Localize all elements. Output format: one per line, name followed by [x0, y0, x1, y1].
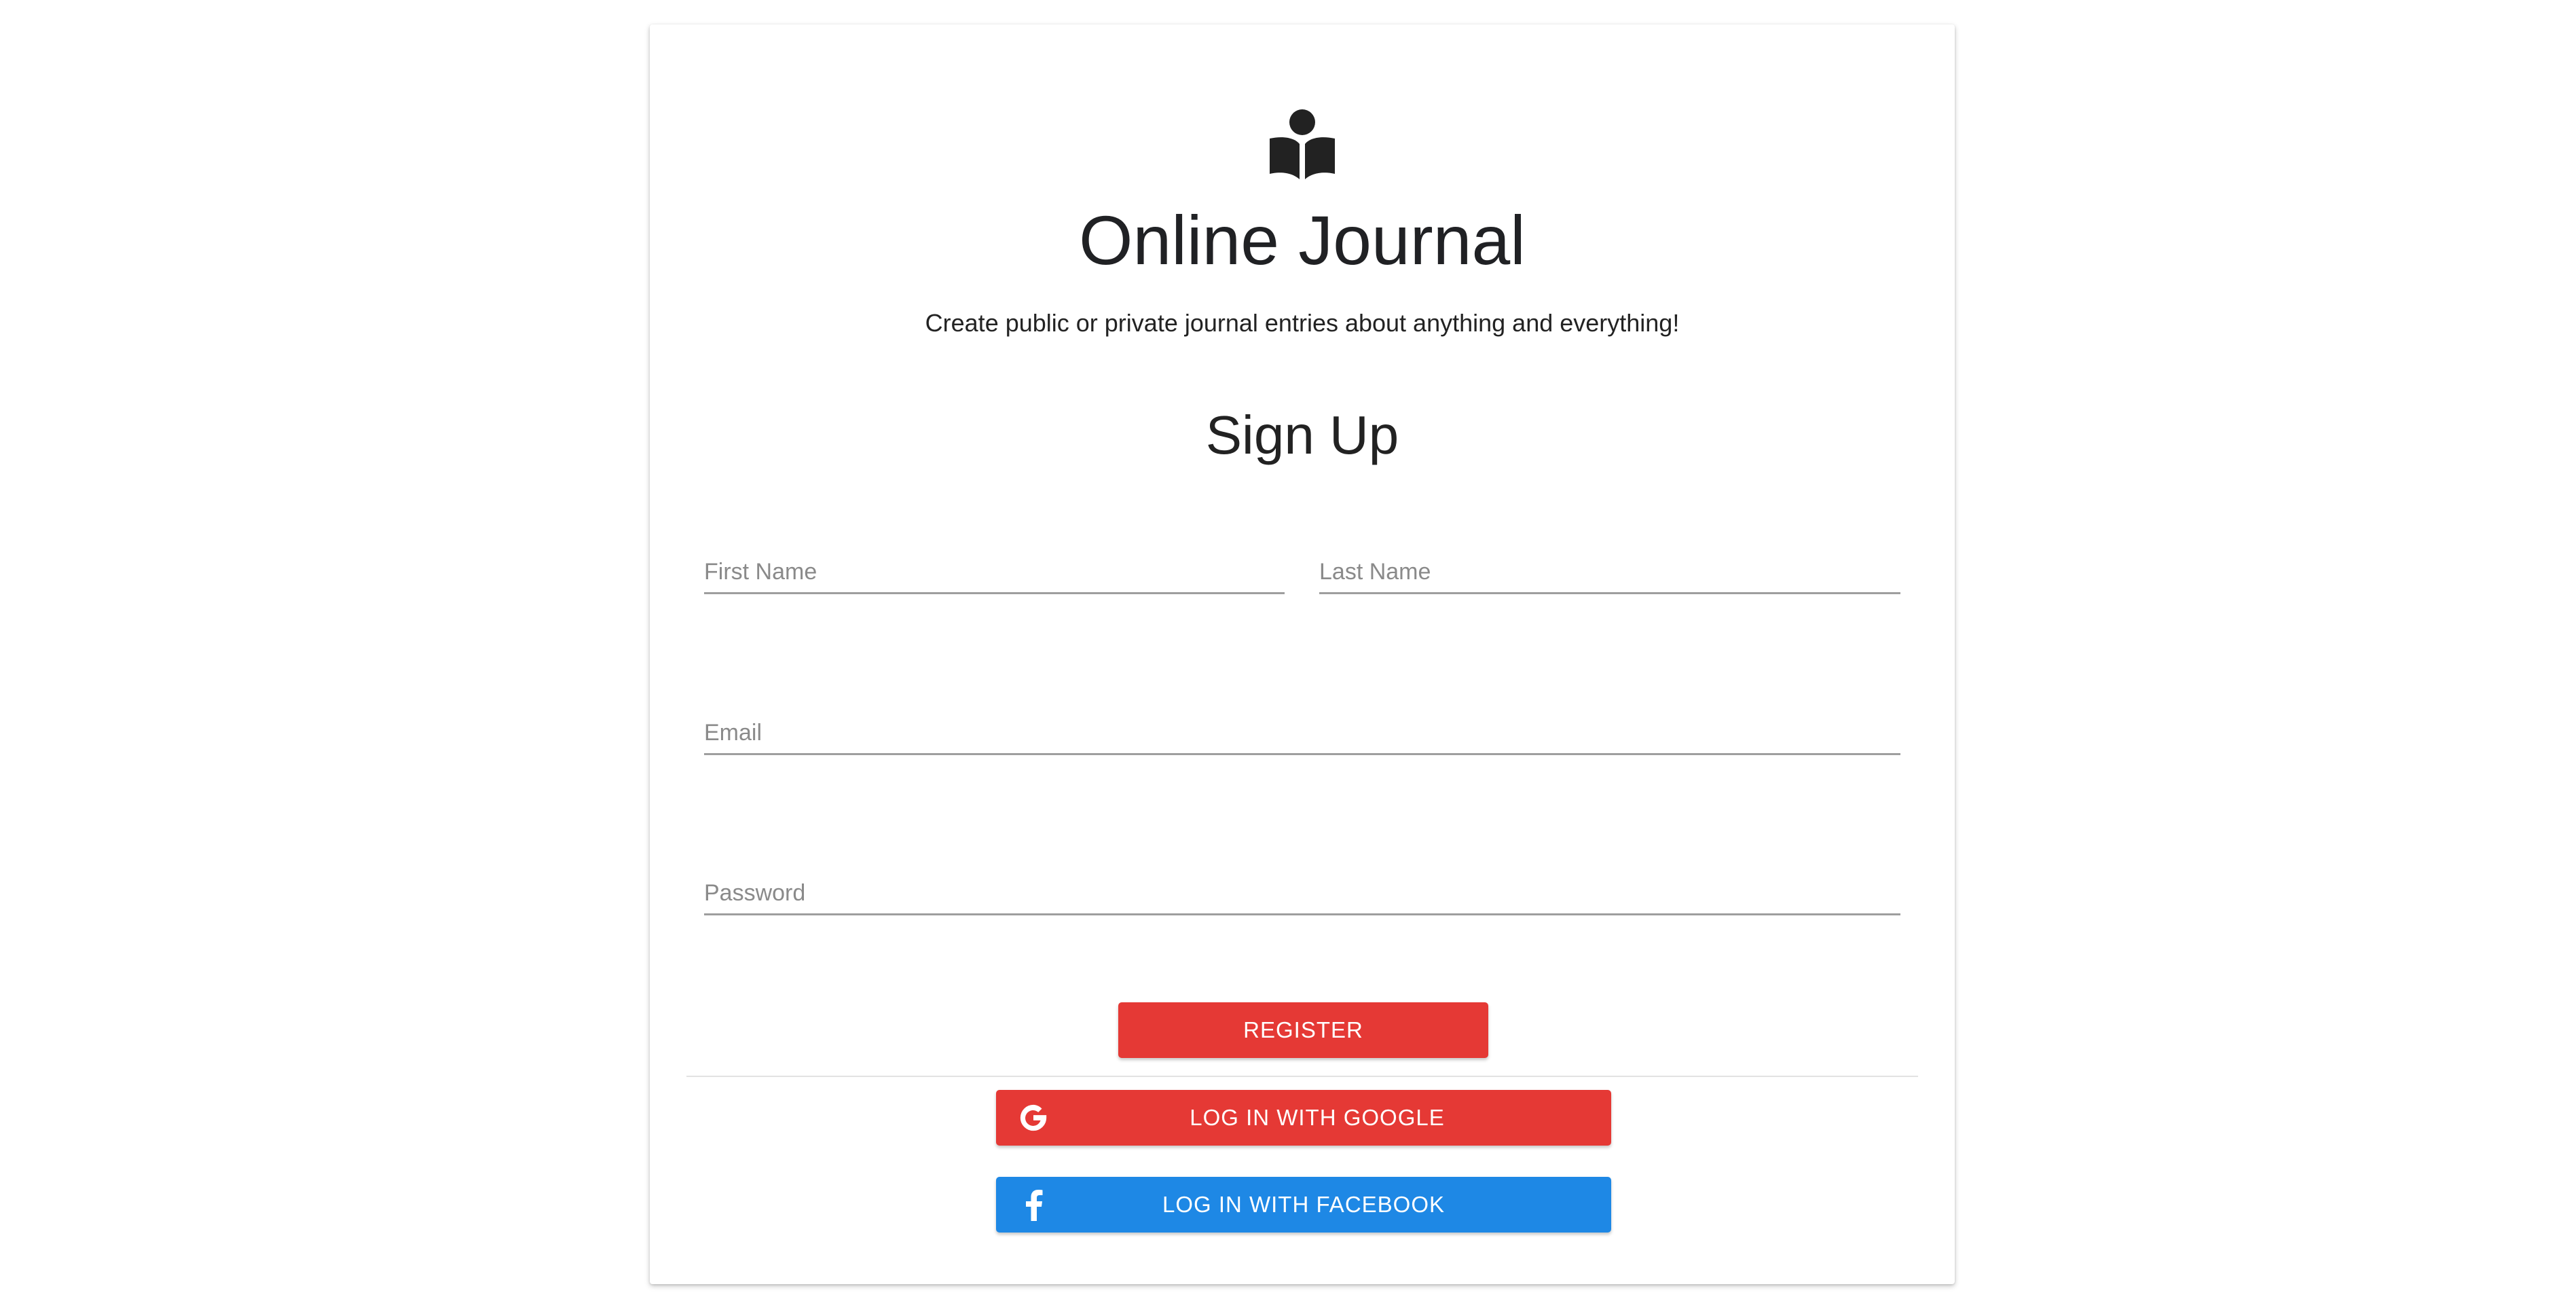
register-button-label: REGISTER — [1243, 1017, 1363, 1042]
first-name-input[interactable] — [704, 559, 1285, 585]
app-subtitle: Create public or private journal entries… — [925, 309, 1680, 337]
google-icon — [1016, 1101, 1050, 1135]
password-input[interactable] — [704, 880, 1900, 907]
facebook-icon — [1016, 1188, 1050, 1222]
register-button[interactable]: REGISTER — [1118, 1002, 1488, 1058]
google-login-label: LOG IN WITH GOOGLE — [1190, 1105, 1445, 1130]
last-name-input[interactable] — [1319, 559, 1900, 585]
form-heading: Sign Up — [1205, 405, 1399, 465]
first-name-field — [704, 538, 1285, 594]
email-field — [704, 699, 1900, 755]
reader-book-icon — [1270, 109, 1335, 179]
last-name-field — [1319, 538, 1900, 594]
facebook-login-label: LOG IN WITH FACEBOOK — [1162, 1192, 1446, 1217]
signup-card: Online Journal Create public or private … — [650, 24, 1955, 1284]
password-field — [704, 859, 1900, 915]
divider — [686, 1076, 1918, 1077]
app-title: Online Journal — [1079, 202, 1526, 279]
google-login-button[interactable]: LOG IN WITH GOOGLE — [996, 1090, 1611, 1146]
email-input[interactable] — [704, 720, 1900, 746]
facebook-login-button[interactable]: LOG IN WITH FACEBOOK — [996, 1177, 1611, 1233]
